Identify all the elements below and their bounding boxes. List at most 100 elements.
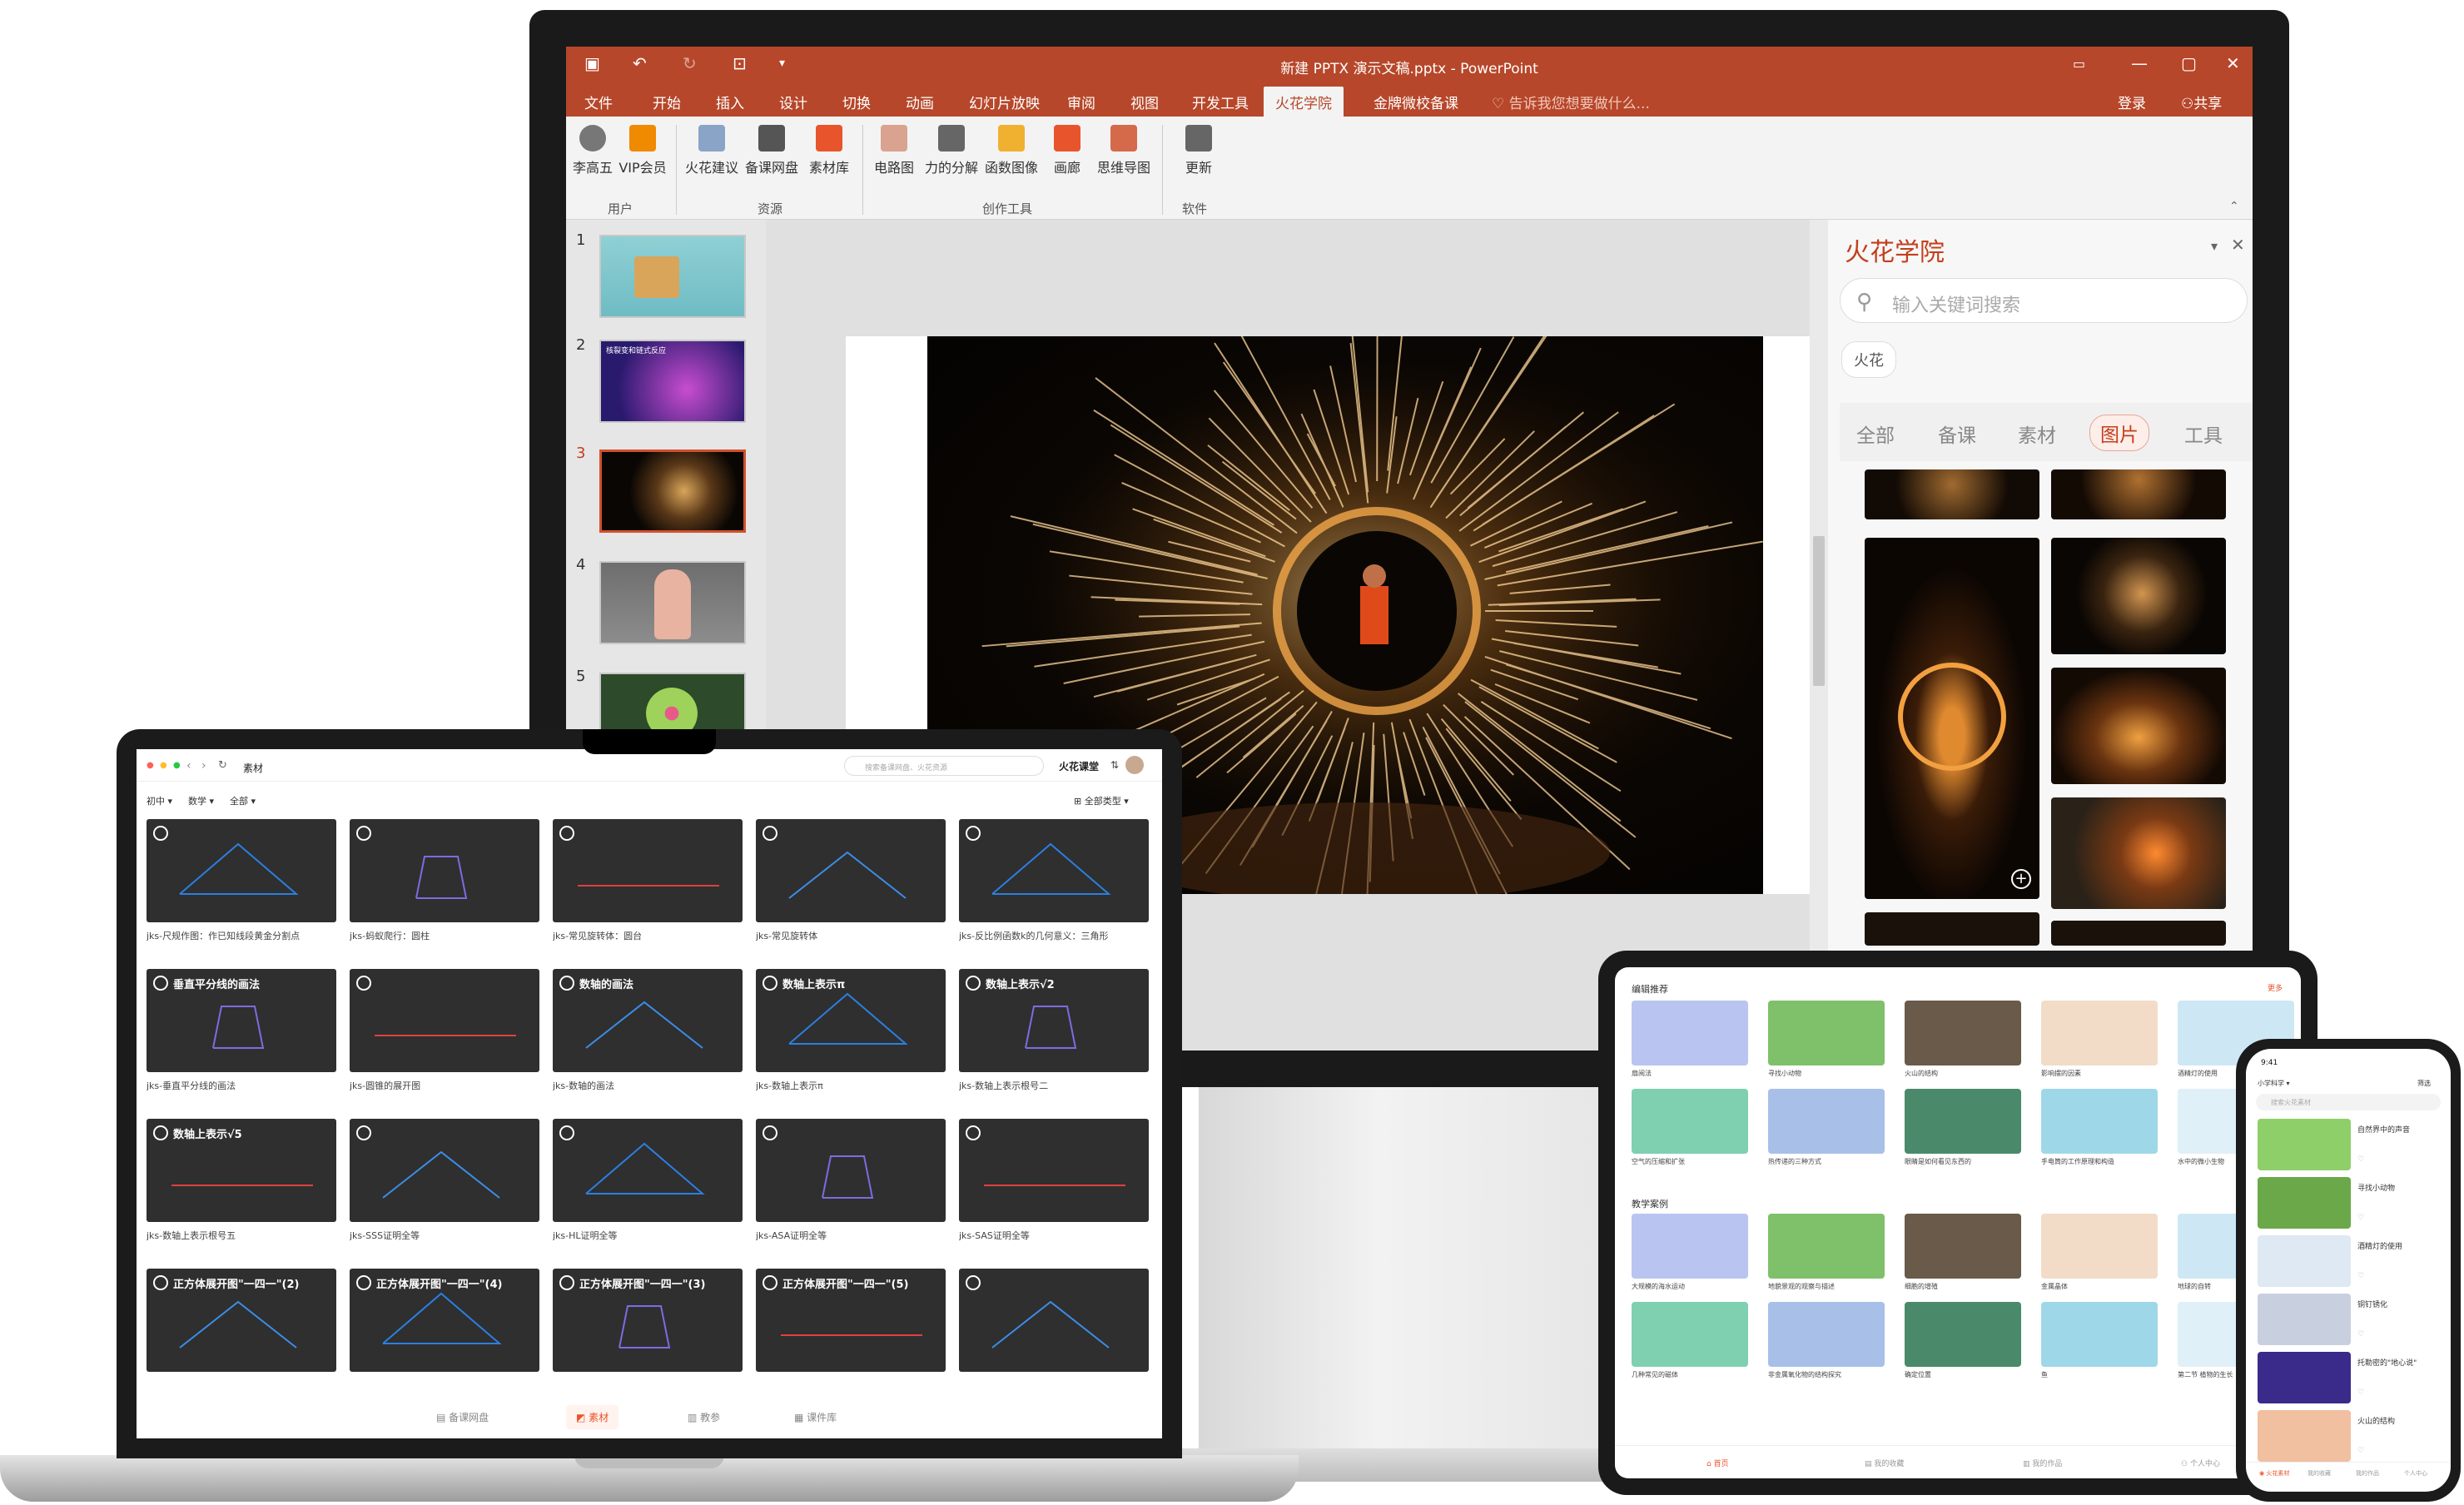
circuit-button[interactable]: 电路图 <box>867 125 921 176</box>
slide-thumb-3[interactable] <box>599 450 746 533</box>
tablet-card-thumbnail[interactable] <box>1632 1302 1748 1367</box>
material-thumbnail[interactable] <box>350 969 539 1072</box>
tablet-card[interactable]: 眼睛是如何看见东西的 <box>1905 1089 2021 1166</box>
material-card[interactable]: jks-尺规作图：作已知线段黄金分割点 <box>147 819 336 942</box>
tablet-card[interactable]: 寻找小动物 <box>1768 1001 1885 1078</box>
tell-me-search[interactable]: ♡ 告诉我您想要做什么... <box>1492 92 1650 112</box>
pane-image[interactable]: + <box>1865 538 2039 899</box>
user-button[interactable]: 李高五 <box>568 125 618 176</box>
material-thumbnail[interactable] <box>756 1119 946 1222</box>
tablet-card[interactable]: 影响摆的因素 <box>2041 1001 2158 1078</box>
material-card[interactable]: 数轴上表示√5 jks-数轴上表示根号五 <box>147 1119 336 1242</box>
forward-icon[interactable]: › <box>201 759 206 772</box>
tab-developer[interactable]: 开发工具 <box>1192 92 1249 112</box>
material-thumbnail[interactable]: 垂直平分线的画法 <box>147 969 336 1072</box>
scrollbar-thumb[interactable] <box>1813 536 1825 686</box>
tab-view[interactable]: 视图 <box>1130 92 1159 112</box>
pane-image[interactable] <box>2051 668 2226 784</box>
material-library-button[interactable]: 素材库 <box>802 125 856 176</box>
update-button[interactable]: 更新 <box>1174 125 1224 176</box>
phone-list-item[interactable]: 寻找小动物 ♡ <box>2258 1177 2441 1229</box>
tab-file[interactable]: 文件 <box>584 92 613 112</box>
phone-list-item[interactable]: 火山的结构 ♡ <box>2258 1410 2441 1462</box>
material-card[interactable]: jks-ASA证明全等 <box>756 1119 946 1242</box>
material-thumbnail[interactable] <box>959 1269 1149 1372</box>
save-icon[interactable]: ▣ <box>584 53 600 73</box>
search-tag[interactable]: 火花 <box>1841 341 1896 378</box>
pane-tab-material[interactable]: 素材 <box>2018 420 2056 448</box>
tablet-card[interactable]: 火山的结构 <box>1905 1001 2021 1078</box>
share-button[interactable]: ⚇共享 <box>2181 92 2222 112</box>
material-thumbnail[interactable]: 数轴上表示√5 <box>147 1119 336 1222</box>
tablet-card-thumbnail[interactable] <box>1632 1001 1748 1065</box>
tablet-card[interactable]: 确定位置 <box>1905 1302 2021 1379</box>
nav-favorites[interactable]: ▤ 我的收藏 <box>1865 1458 1904 1468</box>
collapse-ribbon-icon[interactable]: ⌃ <box>2229 200 2239 213</box>
heart-icon[interactable]: ♡ <box>2357 1330 2364 1339</box>
phone-item-thumbnail[interactable] <box>2258 1294 2351 1345</box>
avatar[interactable] <box>1125 756 1144 774</box>
login-link[interactable]: 登录 <box>2118 92 2146 112</box>
presenter-icon[interactable]: ⊡ <box>733 53 747 73</box>
material-thumbnail[interactable]: 数轴上表示π <box>756 969 946 1072</box>
heart-icon[interactable]: ♡ <box>2357 1388 2364 1397</box>
phone-item-thumbnail[interactable] <box>2258 1410 2351 1462</box>
material-thumbnail[interactable]: 正方体展开图"一四一"(3) <box>553 1269 743 1372</box>
nav-cloud-disk[interactable]: ▤ 备课网盘 <box>436 1410 489 1424</box>
laptop-search-input[interactable]: 搜索备课网盘、火花资源 <box>844 756 1044 776</box>
filter-button[interactable]: 筛选 <box>2417 1079 2431 1088</box>
nav-profile[interactable]: ⚇ 个人中心 <box>2181 1458 2220 1468</box>
tablet-card[interactable]: 扇阅法 <box>1632 1001 1748 1078</box>
filter-all[interactable]: 全部 ▾ <box>230 794 256 807</box>
material-card[interactable]: 数轴的画法 jks-数轴的画法 <box>553 969 743 1092</box>
material-card[interactable]: 垂直平分线的画法 jks-垂直平分线的画法 <box>147 969 336 1092</box>
minimize-icon[interactable]: — <box>2131 53 2148 73</box>
heart-icon[interactable]: ♡ <box>2357 1214 2364 1222</box>
pane-image[interactable] <box>2051 797 2226 909</box>
tablet-card-thumbnail[interactable] <box>2041 1214 2158 1279</box>
tablet-card-thumbnail[interactable] <box>1905 1302 2021 1367</box>
tab-review[interactable]: 审阅 <box>1067 92 1095 112</box>
phone-item-thumbnail[interactable] <box>2258 1235 2351 1287</box>
pane-tab-image[interactable]: 图片 <box>2089 415 2149 451</box>
material-card[interactable]: 正方体展开图"一四一"(2) <box>147 1269 336 1378</box>
material-card[interactable]: jks-蚂蚁爬行：圆柱 <box>350 819 539 942</box>
material-card[interactable]: 正方体展开图"一四一"(3) <box>553 1269 743 1378</box>
pane-close-icon[interactable]: ✕ <box>2231 235 2245 255</box>
material-thumbnail[interactable] <box>553 819 743 922</box>
tablet-card[interactable]: 热传递的三种方式 <box>1768 1089 1885 1166</box>
vertical-scrollbar[interactable] <box>1810 220 1828 1051</box>
tab-insert[interactable]: 插入 <box>716 92 744 112</box>
filter-subject[interactable]: 数学 ▾ <box>188 794 214 807</box>
pane-tab-lesson[interactable]: 备课 <box>1938 420 1976 448</box>
grade-filter[interactable]: 小学科学 ▾ <box>2258 1079 2290 1088</box>
nav-material[interactable]: ◩ 素材 <box>566 1405 619 1429</box>
phone-list-item[interactable]: 自然界中的声音 ♡ <box>2258 1119 2441 1170</box>
filter-grade[interactable]: 初中 ▾ <box>147 794 172 807</box>
tablet-card[interactable]: 非金属氧化物的结构探究 <box>1768 1302 1885 1379</box>
refresh-icon[interactable]: ↻ <box>218 759 227 772</box>
cloud-disk-button[interactable]: 备课网盘 <box>743 125 801 176</box>
material-card[interactable]: 数轴上表示√2 jks-数轴上表示根号二 <box>959 969 1149 1092</box>
material-thumbnail[interactable]: 正方体展开图"一四一"(5) <box>756 1269 946 1372</box>
phone-item-thumbnail[interactable] <box>2258 1177 2351 1229</box>
phone-item-thumbnail[interactable] <box>2258 1352 2351 1403</box>
pane-image[interactable] <box>2051 921 2226 946</box>
window-close-dot[interactable]: ● <box>147 761 154 770</box>
material-card[interactable]: jks-常见旋转体 <box>756 819 946 942</box>
nav-favorites[interactable]: 我的收藏 <box>2308 1469 2331 1478</box>
phone-list-item[interactable]: 托勒密的"地心说" ♡ <box>2258 1352 2441 1403</box>
function-button[interactable]: 函数图像 <box>982 125 1041 176</box>
add-icon[interactable]: + <box>2011 869 2031 889</box>
pane-image[interactable] <box>1865 469 2039 519</box>
material-thumbnail[interactable] <box>553 1119 743 1222</box>
material-card[interactable]: 数轴上表示π jks-数轴上表示π <box>756 969 946 1092</box>
material-card[interactable]: jks-圆锥的展开图 <box>350 969 539 1092</box>
tablet-card-thumbnail[interactable] <box>1632 1089 1748 1154</box>
tablet-card-thumbnail[interactable] <box>2041 1089 2158 1154</box>
slide-thumb-4[interactable] <box>599 561 746 644</box>
tablet-card-thumbnail[interactable] <box>1768 1302 1885 1367</box>
tablet-card-thumbnail[interactable] <box>1632 1214 1748 1279</box>
heart-icon[interactable]: ♡ <box>2357 1155 2364 1164</box>
material-thumbnail[interactable]: 正方体展开图"一四一"(4) <box>350 1269 539 1372</box>
